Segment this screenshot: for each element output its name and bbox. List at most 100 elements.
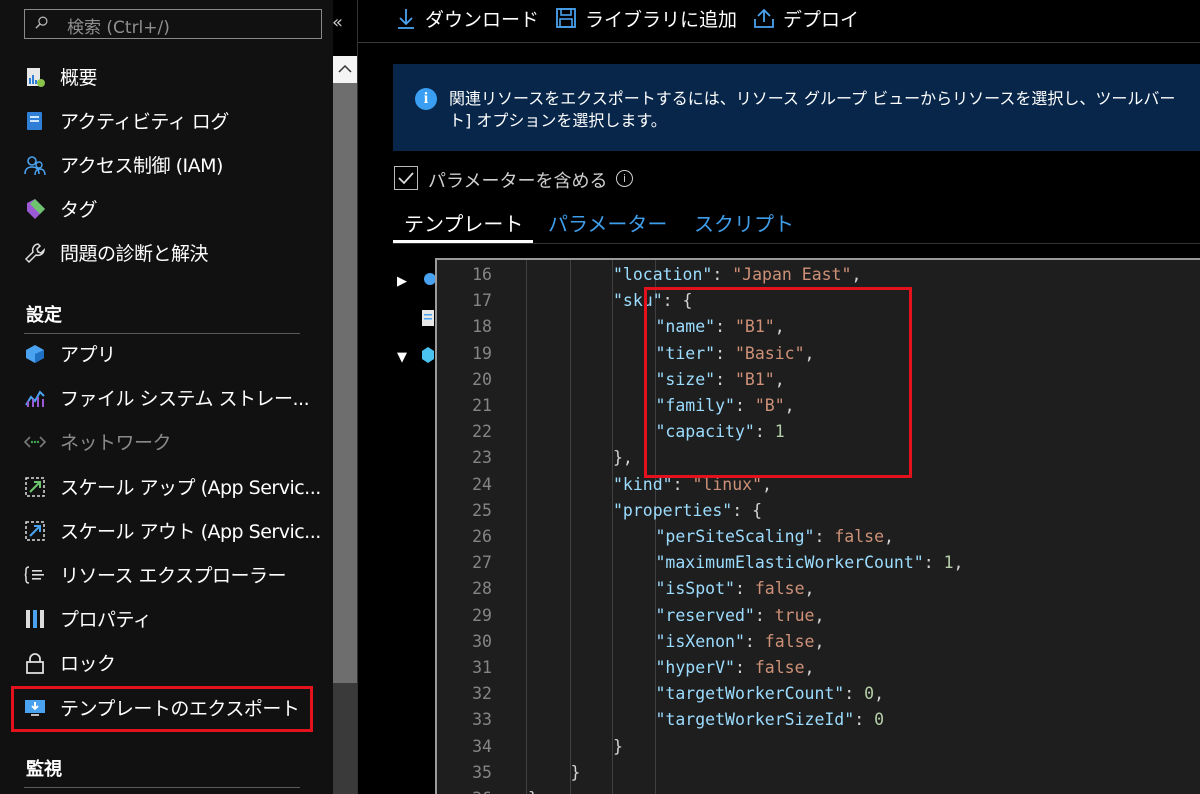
- tree-expand-arrow[interactable]: ▶: [397, 274, 407, 289]
- sidebar-item-file-storage[interactable]: ファイル システム ストレー...: [0, 377, 320, 417]
- scroll-up-button[interactable]: [333, 56, 357, 83]
- code-token: false: [764, 631, 815, 651]
- download-icon: [398, 9, 414, 29]
- code-text: "reserved": true,: [656, 603, 825, 629]
- sidebar-item-apps[interactable]: アプリ: [0, 333, 320, 373]
- line-number: 20: [472, 369, 492, 389]
- sidebar-item-label: プロパティ: [60, 609, 152, 631]
- line-number: 34: [472, 736, 492, 756]
- checkbox[interactable]: [394, 166, 418, 190]
- line-number: 18: [472, 317, 492, 337]
- download-label: ダウンロード: [425, 9, 540, 31]
- tab-parameters[interactable]: パラメーター: [548, 208, 667, 237]
- sidebar-item-label: ロック: [60, 653, 116, 675]
- deploy-button[interactable]: デプロイ: [753, 4, 873, 32]
- code-token: 0: [864, 684, 875, 704]
- code-token: :: [712, 265, 733, 284]
- sidebar: 検索 (Ctrl+/) 概要 アクティビティ ログ アクセス制御 (IAM) タ…: [0, 0, 333, 794]
- overview-icon: [27, 68, 45, 87]
- info-banner: i 関連リソースをエクスポートするには、リソース グループ ビューからリソースを…: [393, 64, 1200, 151]
- sidebar-item-properties[interactable]: プロパティ: [0, 598, 320, 638]
- scrollbar-thumb[interactable]: [333, 83, 357, 683]
- info-banner-text: 関連リソースをエクスポートするには、リソース グループ ビューからリソースを選択…: [449, 88, 1200, 132]
- code-token: ,: [814, 605, 825, 625]
- line-number: 16: [472, 265, 492, 284]
- download-button[interactable]: ダウンロード: [395, 4, 545, 32]
- access-control-icon: [24, 156, 46, 176]
- tab-script[interactable]: スクリプト: [694, 208, 794, 237]
- upload-icon: [754, 8, 774, 28]
- search-icon: [35, 16, 48, 29]
- sidebar-item-label: スケール アウト (App Servic...: [60, 521, 321, 543]
- code-text: }: [613, 734, 623, 760]
- info-banner-line: ト] オプションを選択します。: [449, 111, 667, 130]
- sidebar-item-access-control[interactable]: アクセス制御 (IAM): [0, 144, 320, 184]
- code-text: "isSpot": false,: [656, 576, 815, 602]
- code-line: 30 "isXenon": false,: [437, 629, 1200, 655]
- code-text: "properties": {: [613, 498, 762, 524]
- info-banner-line: 関連リソースをエクスポートするには、リソース グループ ビューからリソースを選択…: [449, 89, 1176, 108]
- code-token: "location": [613, 265, 713, 284]
- search-placeholder: 検索 (Ctrl+/): [67, 18, 170, 38]
- code-text: "perSiteScaling": false,: [656, 524, 894, 550]
- sidebar-item-scale-up[interactable]: スケール アップ (App Servic...: [0, 466, 321, 506]
- code-line: 28 "isSpot": false,: [437, 576, 1200, 602]
- line-number: 35: [472, 762, 492, 782]
- section-heading-monitoring: 監視: [26, 759, 62, 780]
- info-icon[interactable]: i: [616, 170, 633, 187]
- scale-out-icon: [25, 521, 45, 541]
- tree-collapse-arrow[interactable]: ▼: [397, 350, 407, 365]
- code-text: }: [528, 786, 538, 794]
- sidebar-item-label: アクティビティ ログ: [60, 111, 229, 133]
- tab-template[interactable]: テンプレート: [404, 208, 523, 237]
- code-token: "hyperV": [655, 658, 735, 677]
- code-token: 1: [943, 553, 954, 573]
- code-token: "reserved": [655, 605, 755, 625]
- code-token: ,: [804, 579, 815, 599]
- code-token: false: [834, 527, 884, 546]
- line-number: 17: [472, 291, 492, 311]
- code-token: "perSiteScaling": [655, 527, 815, 546]
- code-token: }: [528, 789, 538, 794]
- sidebar-item-tags[interactable]: タグ: [0, 188, 320, 228]
- resource-cube-icon: [422, 347, 434, 363]
- sidebar-item-scale-out[interactable]: スケール アウト (App Servic...: [0, 510, 321, 550]
- sidebar-item-label: タグ: [60, 199, 98, 221]
- add-to-library-button[interactable]: ライブラリに追加: [555, 4, 745, 32]
- sidebar-item-overview[interactable]: 概要: [0, 56, 320, 96]
- line-number: 32: [472, 684, 492, 704]
- code-token: false: [754, 658, 805, 677]
- code-token: "targetWorkerCount": [655, 684, 845, 704]
- sidebar-item-activity-log[interactable]: アクティビティ ログ: [0, 100, 320, 140]
- line-number: 33: [472, 710, 492, 730]
- code-text: }: [571, 760, 581, 786]
- apps-icon: [26, 345, 44, 363]
- code-line: 36}: [437, 786, 1200, 794]
- sidebar-item-label: ファイル システム ストレー...: [60, 388, 310, 410]
- code-token: ,: [874, 684, 884, 704]
- code-token: ,: [814, 631, 825, 651]
- highlight-box: [644, 287, 912, 478]
- sidebar-item-network: ネットワーク: [0, 421, 320, 461]
- sidebar-item-resource-explorer[interactable]: リソース エクスプローラー: [0, 554, 320, 594]
- wrench-icon: [24, 243, 45, 264]
- code-token: :: [734, 579, 755, 599]
- code-token: :: [734, 658, 755, 677]
- code-token: ,: [851, 265, 862, 284]
- divider: [393, 243, 1200, 244]
- search-input[interactable]: 検索 (Ctrl+/): [24, 9, 322, 39]
- line-number: 22: [472, 422, 492, 442]
- code-text: "location": "Japan East",: [613, 262, 861, 288]
- code-text: },: [613, 445, 633, 471]
- sidebar-item-lock[interactable]: ロック: [0, 642, 320, 682]
- sidebar-item-label: スケール アップ (App Servic...: [60, 477, 321, 499]
- code-text: "targetWorkerCount": 0,: [656, 681, 885, 707]
- collapse-sidebar-button[interactable]: «: [332, 12, 343, 33]
- line-number: 29: [472, 605, 492, 625]
- line-number: 26: [472, 527, 492, 546]
- code-token: "Japan East": [732, 265, 852, 284]
- code-token: :: [844, 684, 865, 704]
- code-token: : {: [732, 500, 763, 520]
- checkmark-icon: [398, 172, 414, 185]
- sidebar-item-diagnose[interactable]: 問題の診断と解決: [0, 232, 320, 272]
